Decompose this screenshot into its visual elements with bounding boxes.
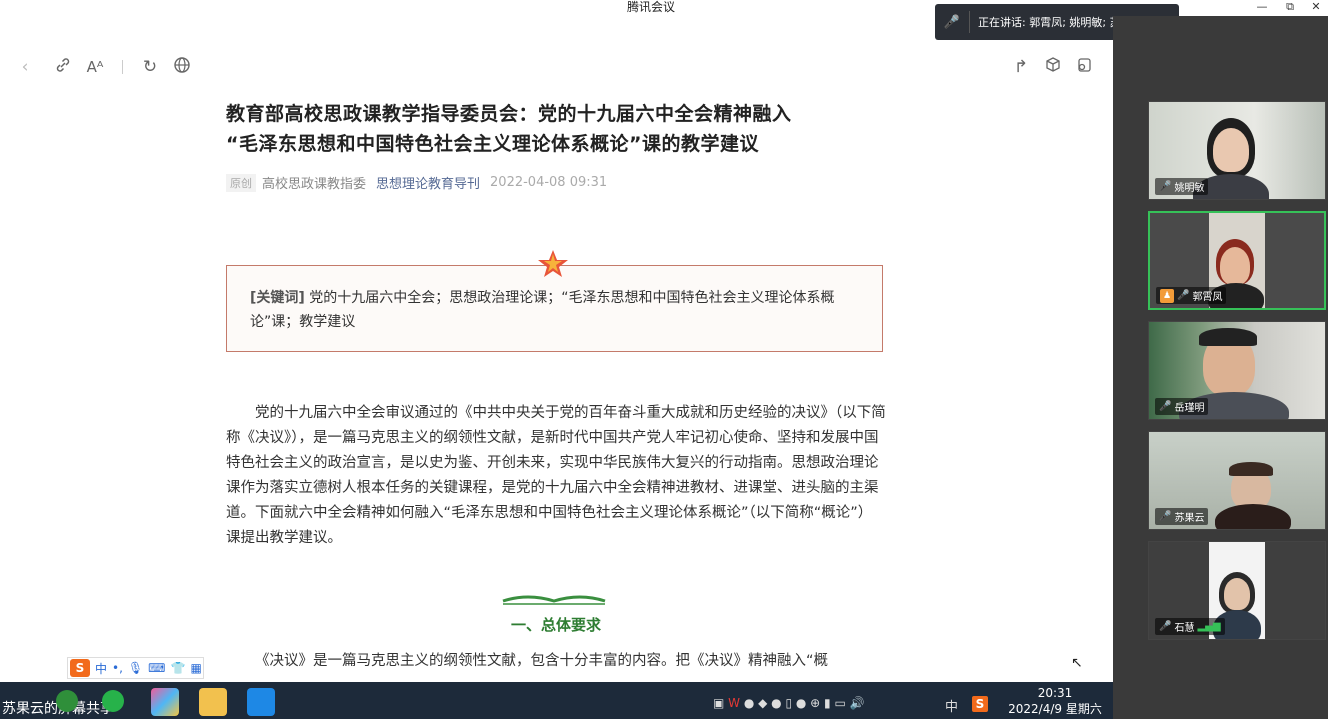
mic-icon: 🎤	[1159, 511, 1172, 522]
participant-name-tag: ♟ 🎤 郭霄凤	[1156, 287, 1227, 304]
article-title-line2: “毛泽东思想和中国特色社会主义理论体系概论”课的教学建议	[226, 133, 759, 155]
article-paragraph-2: 《决议》是一篇马克思主义的纲领性文献，包含十分丰富的内容。把《决议》精神融入“概	[255, 653, 829, 669]
app-icon[interactable]	[56, 690, 78, 712]
star-ornament-icon	[538, 250, 568, 277]
back-icon[interactable]: ‹	[14, 56, 36, 78]
book-ornament-icon	[502, 595, 606, 605]
participant-name: 苏果云	[1174, 513, 1205, 524]
font-size-icon[interactable]: Aᴬ	[84, 56, 106, 78]
app-title: 腾讯会议	[627, 0, 676, 14]
mic-icon: 🎤	[943, 14, 961, 30]
participant-name-tag: 🎤 姚明敏	[1155, 178, 1209, 195]
share-icon[interactable]: ↱	[1010, 56, 1032, 78]
article-paragraph-1: 党的十九届六中全会审议通过的《中共中央关于党的百年奋斗重大成就和历史经验的决议》…	[226, 405, 886, 546]
refresh-icon[interactable]: ↻	[139, 56, 161, 78]
participant-face	[1224, 578, 1250, 610]
participant-name: 石慧	[1174, 623, 1195, 634]
mic-icon: 🎤	[1159, 401, 1172, 412]
ime-punct[interactable]: •,	[112, 661, 123, 675]
section-title: 一、总体要求	[510, 616, 601, 634]
publish-date: 2022-04-08 09:31	[490, 175, 608, 190]
mouse-cursor-icon: ↖	[1071, 655, 1083, 671]
article-header: 教育部高校思政课教学指导委员会：党的十九届六中全会精神融入 “毛泽东思想和中国特…	[226, 99, 886, 192]
ime-toolbar[interactable]: S 中 •, 🎙 ⌨ 👕 ▦	[67, 657, 204, 679]
participant-face	[1213, 128, 1249, 172]
globe-icon[interactable]	[171, 56, 193, 78]
original-tag: 原创	[226, 173, 256, 192]
sogou-tray-icon[interactable]: S	[972, 696, 988, 712]
file-explorer-icon[interactable]	[199, 688, 227, 716]
article-meta: 原创 高校思政课教指委 思想理论教育导刊 2022-04-08 09:31	[226, 173, 886, 192]
ime-mode[interactable]: 中	[95, 660, 107, 677]
participant-hair	[1199, 328, 1257, 346]
sogou-logo-icon[interactable]: S	[70, 659, 90, 677]
article-author: 高校思政课教指委	[262, 177, 367, 192]
toolbar-divider	[122, 60, 123, 74]
participant-body	[1215, 504, 1291, 529]
windows-taskbar: 苏果云的屏幕共享 ▣ W ● ◆ ● ▯ ● ⊕ ▮ ▭ 🔊 中 S 20:31…	[0, 682, 1113, 719]
participant-face	[1220, 247, 1250, 285]
tencent-meeting-icon[interactable]	[247, 688, 275, 716]
account-link[interactable]: 思想理论教育导刊	[376, 173, 480, 192]
participant-name-tag: 🎤 石慧 ▂▄▆	[1155, 618, 1225, 635]
participant-tile[interactable]: ♟ 🎤 郭霄凤	[1148, 211, 1326, 310]
divider	[969, 11, 970, 33]
date: 2022/4/9 星期六	[1008, 702, 1102, 716]
host-icon: ♟	[1160, 288, 1174, 303]
link-icon[interactable]	[52, 56, 74, 78]
participant-name-tag: 🎤 苏果云	[1155, 508, 1209, 525]
keywords-text: 党的十九届六中全会；思想政治理论课；“毛泽东思想和中国特色社会主义理论体系概论”…	[250, 290, 835, 330]
cube-icon[interactable]	[1042, 56, 1064, 78]
clock[interactable]: 20:31 2022/4/9 星期六	[1000, 685, 1110, 717]
ime-indicator[interactable]: 中	[945, 696, 958, 715]
participant-name-tag: 🎤 岳瑾明	[1155, 398, 1209, 415]
keyboard-icon[interactable]: ⌨	[148, 661, 165, 675]
mic-icon: 🎤	[1159, 621, 1172, 632]
volume-bars-icon: ▂▄▆	[1197, 621, 1221, 632]
participant-name: 姚明敏	[1174, 183, 1205, 194]
settings-icon[interactable]	[1073, 56, 1095, 78]
minimize-button[interactable]: —	[1252, 0, 1272, 14]
participant-name: 岳瑾明	[1174, 403, 1205, 414]
time: 20:31	[1037, 686, 1073, 700]
skin-icon[interactable]: 👕	[170, 661, 185, 675]
menu-icon[interactable]: ▦	[190, 661, 201, 675]
participant-tile[interactable]: 🎤 苏果云	[1148, 431, 1326, 530]
article-title: 教育部高校思政课教学指导委员会：党的十九届六中全会精神融入 “毛泽东思想和中国特…	[226, 99, 886, 159]
participant-hair	[1229, 462, 1273, 476]
participant-tile[interactable]: 🎤 石慧 ▂▄▆	[1148, 541, 1326, 640]
maximize-button[interactable]: ⧉	[1280, 0, 1300, 14]
gallery-footer	[1113, 682, 1328, 719]
mic-icon[interactable]: 🎙	[128, 661, 143, 675]
participant-tile[interactable]: 🎤 姚明敏	[1148, 101, 1326, 200]
mic-icon: 🎤	[1177, 290, 1190, 301]
app-icon[interactable]	[151, 688, 179, 716]
article-title-line1: 教育部高校思政课教学指导委员会：党的十九届六中全会精神融入	[226, 103, 792, 125]
keywords-label: [关键词]	[250, 290, 305, 306]
participant-tile[interactable]: 🎤 岳瑾明	[1148, 321, 1326, 420]
tray-icons[interactable]: ▣ W ● ◆ ● ▯ ● ⊕ ▮ ▭ 🔊	[713, 696, 865, 710]
close-button[interactable]: ✕	[1306, 0, 1326, 14]
participant-name: 郭霄凤	[1192, 292, 1223, 303]
wechat-icon[interactable]	[102, 690, 124, 712]
mic-icon: 🎤	[1159, 181, 1172, 192]
